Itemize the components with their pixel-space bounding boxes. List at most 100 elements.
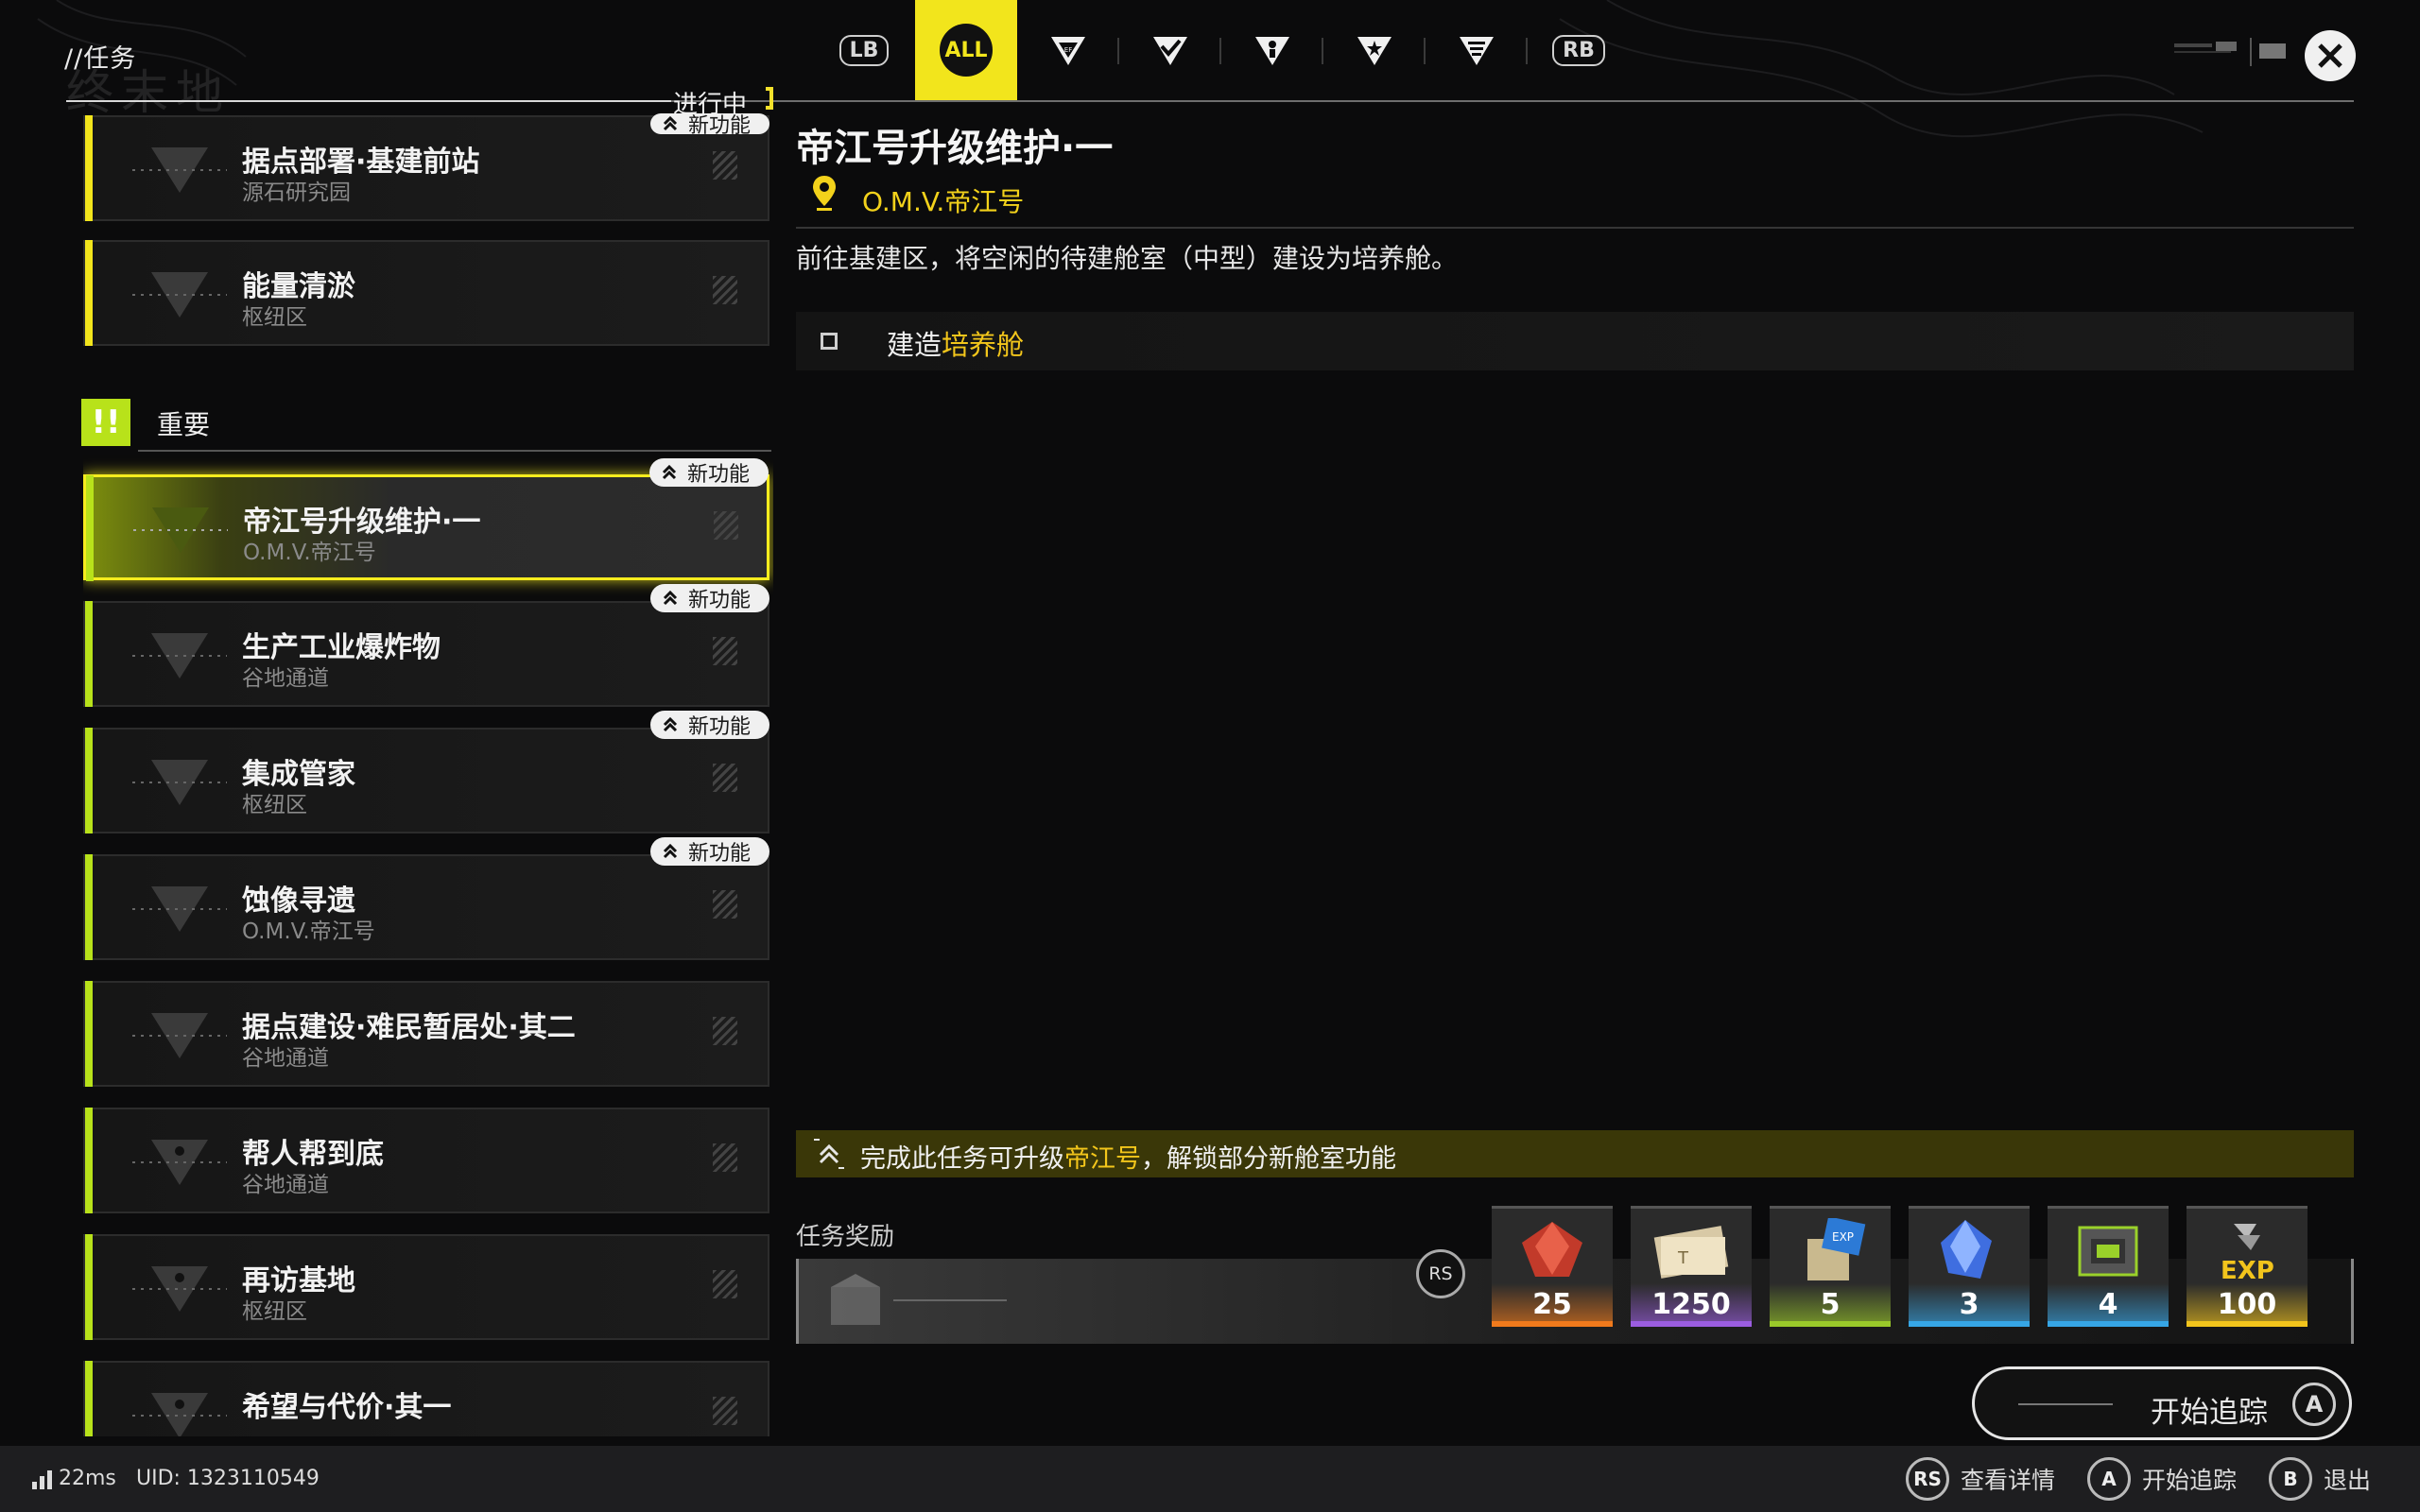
badge-label: 新功能 (687, 114, 751, 138)
new-feature-badge: 新功能 (649, 113, 769, 138)
upgrade-icon (814, 1139, 844, 1169)
b-button-icon: B (2269, 1457, 2312, 1501)
rarity-bar (1770, 1321, 1891, 1327)
objective-prefix: 建造 (887, 329, 942, 361)
user-id: UID: 1323110549 (136, 1467, 320, 1490)
badge-label: 新功能 (687, 589, 751, 612)
quest-item[interactable]: 生产工业爆炸物 谷地通道 新功能 (83, 584, 769, 707)
reward-count: 25 (1532, 1288, 1572, 1321)
start-tracking-button[interactable]: 开始追踪 A (1972, 1366, 2352, 1440)
svg-text:EF: EF (1064, 46, 1072, 54)
double-chevron-up-icon (663, 716, 678, 732)
hatch-decoration (713, 276, 737, 304)
exp-badge-icon: EXP (2221, 1224, 2274, 1284)
double-chevron-up-icon (663, 843, 678, 859)
objective-target: 培养舱 (942, 329, 1025, 361)
tab-lb[interactable]: LB (813, 0, 915, 100)
quest-item[interactable]: 据点建设·难民暂居处·其二 谷地通道 (83, 981, 769, 1087)
quest-location: 谷地通道 (242, 1173, 329, 1197)
unlock-banner: 完成此任务可升级帝江号，解锁部分新舱室功能 (796, 1130, 2354, 1177)
quest-item[interactable]: 再访基地 枢纽区 (83, 1234, 769, 1340)
new-feature-badge: 新功能 (649, 584, 769, 612)
tab-all[interactable]: ALL (915, 0, 1017, 100)
chest-icon (831, 1274, 880, 1325)
close-button[interactable] (2305, 30, 2356, 81)
hint-exit[interactable]: B 退出 (2269, 1457, 2371, 1501)
star-triangle-icon (1357, 37, 1392, 65)
all-filter-icon: ALL (940, 24, 993, 77)
unlock-prefix: 完成此任务可升级 (860, 1144, 1064, 1174)
quest-item-selected[interactable]: 帝江号升级维护·一 O.M.V.帝江号 新功能 (83, 458, 769, 581)
unlock-suffix: ，解锁部分新舱室功能 (1141, 1144, 1396, 1174)
track-arrow (893, 1299, 1007, 1301)
a-button-icon: A (2292, 1383, 2336, 1426)
quest-type-icon (132, 1140, 227, 1185)
reward-item[interactable]: 4 (2048, 1206, 2169, 1327)
rarity-bar (1631, 1321, 1752, 1327)
quest-accent-bar (85, 601, 93, 707)
person-triangle-icon (1255, 37, 1289, 65)
tab-star[interactable] (1323, 0, 1426, 100)
start-tracking-label: 开始追踪 (2151, 1396, 2268, 1430)
reward-count: 4 (2098, 1288, 2118, 1321)
tab-check[interactable] (1119, 0, 1221, 100)
quest-accent-bar (85, 240, 93, 346)
module-chip-icon (2078, 1226, 2138, 1277)
rewards-label: 任务奖励 (796, 1223, 895, 1251)
quest-item[interactable]: 据点部署·基建前站 源石研究园 新功能 (83, 113, 769, 221)
tab-rb[interactable]: RB (1528, 0, 1630, 100)
hint-start-tracking[interactable]: A 开始追踪 (2087, 1457, 2237, 1501)
reward-count: 100 (2217, 1288, 2277, 1321)
quest-item[interactable]: 希望与代价·其一 (83, 1361, 769, 1436)
blue-crystal-icon (1941, 1220, 1992, 1279)
quest-type-icon (132, 633, 227, 679)
ping-value: 22ms (59, 1467, 116, 1490)
rs-button-icon: RS (1906, 1457, 1949, 1501)
quest-item[interactable]: 能量清淤 枢纽区 (83, 240, 769, 346)
button-decoration-line (2018, 1403, 2113, 1405)
svg-text:EXP: EXP (1832, 1230, 1854, 1244)
tab-person[interactable] (1221, 0, 1323, 100)
reward-count: 1250 (1651, 1288, 1731, 1321)
quest-item[interactable]: 帮人帮到底 谷地通道 (83, 1108, 769, 1213)
objective-row: 建造培养舱 (796, 312, 2354, 370)
close-icon (2318, 43, 2342, 68)
quest-item[interactable]: 蚀像寻遗 O.M.V.帝江号 新功能 (83, 837, 769, 960)
objective-text: 建造培养舱 (887, 323, 1024, 363)
quest-location: 源石研究园 (242, 180, 351, 205)
location-pin-icon (813, 176, 836, 211)
hint-view-details[interactable]: RS 查看详情 (1906, 1457, 2055, 1501)
hatch-decoration (713, 1143, 737, 1172)
tab-endfield[interactable]: EF (1017, 0, 1119, 100)
page-title: //任务 (64, 44, 137, 74)
quest-type-icon (132, 272, 227, 318)
hint-label: 开始追踪 (2142, 1467, 2238, 1494)
endfield-triangle-icon: EF (1051, 37, 1085, 65)
reward-item[interactable]: EXP 100 (2187, 1206, 2308, 1327)
new-feature-badge: 新功能 (649, 711, 769, 739)
hatch-decoration (713, 1270, 737, 1298)
quest-accent-bar (85, 1108, 93, 1213)
hud-decoration (2174, 38, 2286, 66)
hint-label: 查看详情 (1961, 1467, 2056, 1494)
reward-item[interactable]: T 1250 (1631, 1206, 1752, 1327)
rs-button[interactable]: RS (1416, 1249, 1465, 1298)
reward-item[interactable]: 25 (1492, 1206, 1613, 1327)
new-feature-badge: 新功能 (648, 458, 769, 487)
quest-accent-bar (85, 728, 93, 833)
quest-item[interactable]: 集成管家 枢纽区 新功能 (83, 711, 769, 833)
quest-location: O.M.V.帝江号 (243, 541, 376, 565)
double-chevron-up-icon (663, 115, 678, 131)
hatch-decoration (713, 1017, 737, 1045)
unlock-target: 帝江号 (1064, 1144, 1141, 1174)
quest-name: 希望与代价·其一 (242, 1391, 452, 1424)
quest-type-icon (132, 886, 227, 932)
quest-accent-bar (85, 1234, 93, 1340)
quest-list[interactable]: 据点部署·基建前站 源石研究园 新功能 能量清淤 枢纽区 帝江号升级维护·一 O… (83, 113, 773, 1436)
reward-item[interactable]: EXP 5 (1770, 1206, 1891, 1327)
footer-bar: 22ms UID: 1323110549 RS 查看详情 A 开始追踪 B 退出 (0, 1446, 2420, 1512)
quest-location: 枢纽区 (242, 305, 307, 330)
tab-stack[interactable] (1426, 0, 1528, 100)
reward-item[interactable]: 3 (1909, 1206, 2030, 1327)
quest-description: 前往基建区，将空闲的待建舱室（中型）建设为培养舱。 (796, 243, 1459, 274)
